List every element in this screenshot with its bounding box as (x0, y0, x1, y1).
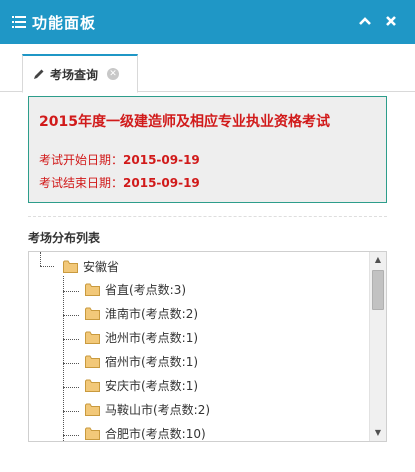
folder-icon (85, 283, 100, 296)
tree-scrollbar[interactable]: ▲ ▼ (369, 252, 386, 441)
tree-connector (63, 387, 79, 388)
tree-connector (63, 411, 79, 412)
tree-node-city[interactable]: 省直(考点数:3) (85, 281, 186, 298)
tab-bar: 考场查询 ✕ (0, 44, 415, 93)
tab-exam-query[interactable]: 考场查询 ✕ (22, 54, 138, 93)
tree-node-label: 安庆市(考点数:1) (105, 379, 199, 393)
folder-icon (85, 403, 100, 416)
scroll-down-arrow-icon[interactable]: ▼ (370, 425, 386, 441)
divider (28, 216, 387, 217)
section-title: 考场分布列表 (28, 231, 101, 245)
tree-content: 安徽省 省直(考点数:3) 淮南市(考点数:2) 池州市(考点数:1) 宿州市(考点数… (29, 252, 369, 441)
exam-title: 2015年度一级建造师及相应专业执业资格考试 (39, 114, 330, 130)
exam-site-tree[interactable]: 安徽省 省直(考点数:3) 淮南市(考点数:2) 池州市(考点数:1) 宿州市(考点数… (28, 251, 387, 442)
tree-node-city[interactable]: 宿州市(考点数:1) (85, 353, 198, 370)
folder-icon (85, 379, 100, 392)
tree-connector (63, 276, 64, 441)
scrollbar-thumb[interactable] (372, 270, 384, 310)
tree-node-city[interactable]: 安庆市(考点数:1) (85, 377, 198, 394)
close-icon[interactable] (382, 12, 400, 30)
tree-connector (63, 291, 79, 292)
exam-start-label: 考试开始日期： (39, 153, 124, 167)
tree-connector (63, 339, 79, 340)
folder-icon (85, 355, 100, 368)
pencil-icon (34, 69, 44, 79)
exam-end-label: 考试结束日期： (39, 176, 124, 190)
tree-connector (63, 315, 79, 316)
panel-header: 功能面板 (0, 0, 415, 44)
tree-node-label: 省直(考点数:3) (105, 283, 187, 297)
list-icon (12, 16, 26, 28)
exam-end-date: 考试结束日期：2015-09-19 (39, 174, 200, 191)
tab-close-icon[interactable]: ✕ (107, 68, 120, 80)
chevron-up-icon[interactable] (356, 12, 374, 30)
tree-node-city[interactable]: 淮南市(考点数:2) (85, 305, 198, 322)
folder-icon (85, 307, 100, 320)
tree-node-label: 池州市(考点数:1) (105, 331, 199, 345)
tree-node-city[interactable]: 池州市(考点数:1) (85, 329, 198, 346)
tree-connector (40, 266, 54, 267)
folder-icon (63, 260, 78, 273)
folder-icon (85, 331, 100, 344)
exam-end-value: 2015-09-19 (123, 176, 200, 190)
scroll-up-arrow-icon[interactable]: ▲ (370, 252, 386, 268)
panel-title: 功能面板 (32, 13, 97, 32)
folder-icon (85, 427, 100, 440)
exam-start-value: 2015-09-19 (123, 153, 200, 167)
tree-node-label: 合肥市(考点数:10) (105, 427, 206, 441)
tree-node-city[interactable]: 合肥市(考点数:10) (85, 425, 206, 441)
tree-node-root[interactable]: 安徽省 (63, 258, 119, 275)
tree-node-label: 马鞍山市(考点数:2) (105, 403, 211, 417)
exam-start-date: 考试开始日期：2015-09-19 (39, 151, 200, 168)
tree-connector (63, 363, 79, 364)
tree-connector (63, 435, 79, 436)
tree-node-label: 淮南市(考点数:2) (105, 307, 199, 321)
tab-label: 考场查询 (50, 67, 99, 82)
tree-connector (40, 252, 41, 266)
tree-node-label: 安徽省 (83, 260, 120, 274)
tree-node-city[interactable]: 马鞍山市(考点数:2) (85, 401, 210, 418)
exam-info-box: 2015年度一级建造师及相应专业执业资格考试 考试开始日期：2015-09-19… (28, 96, 387, 203)
tree-node-label: 宿州市(考点数:1) (105, 355, 199, 369)
